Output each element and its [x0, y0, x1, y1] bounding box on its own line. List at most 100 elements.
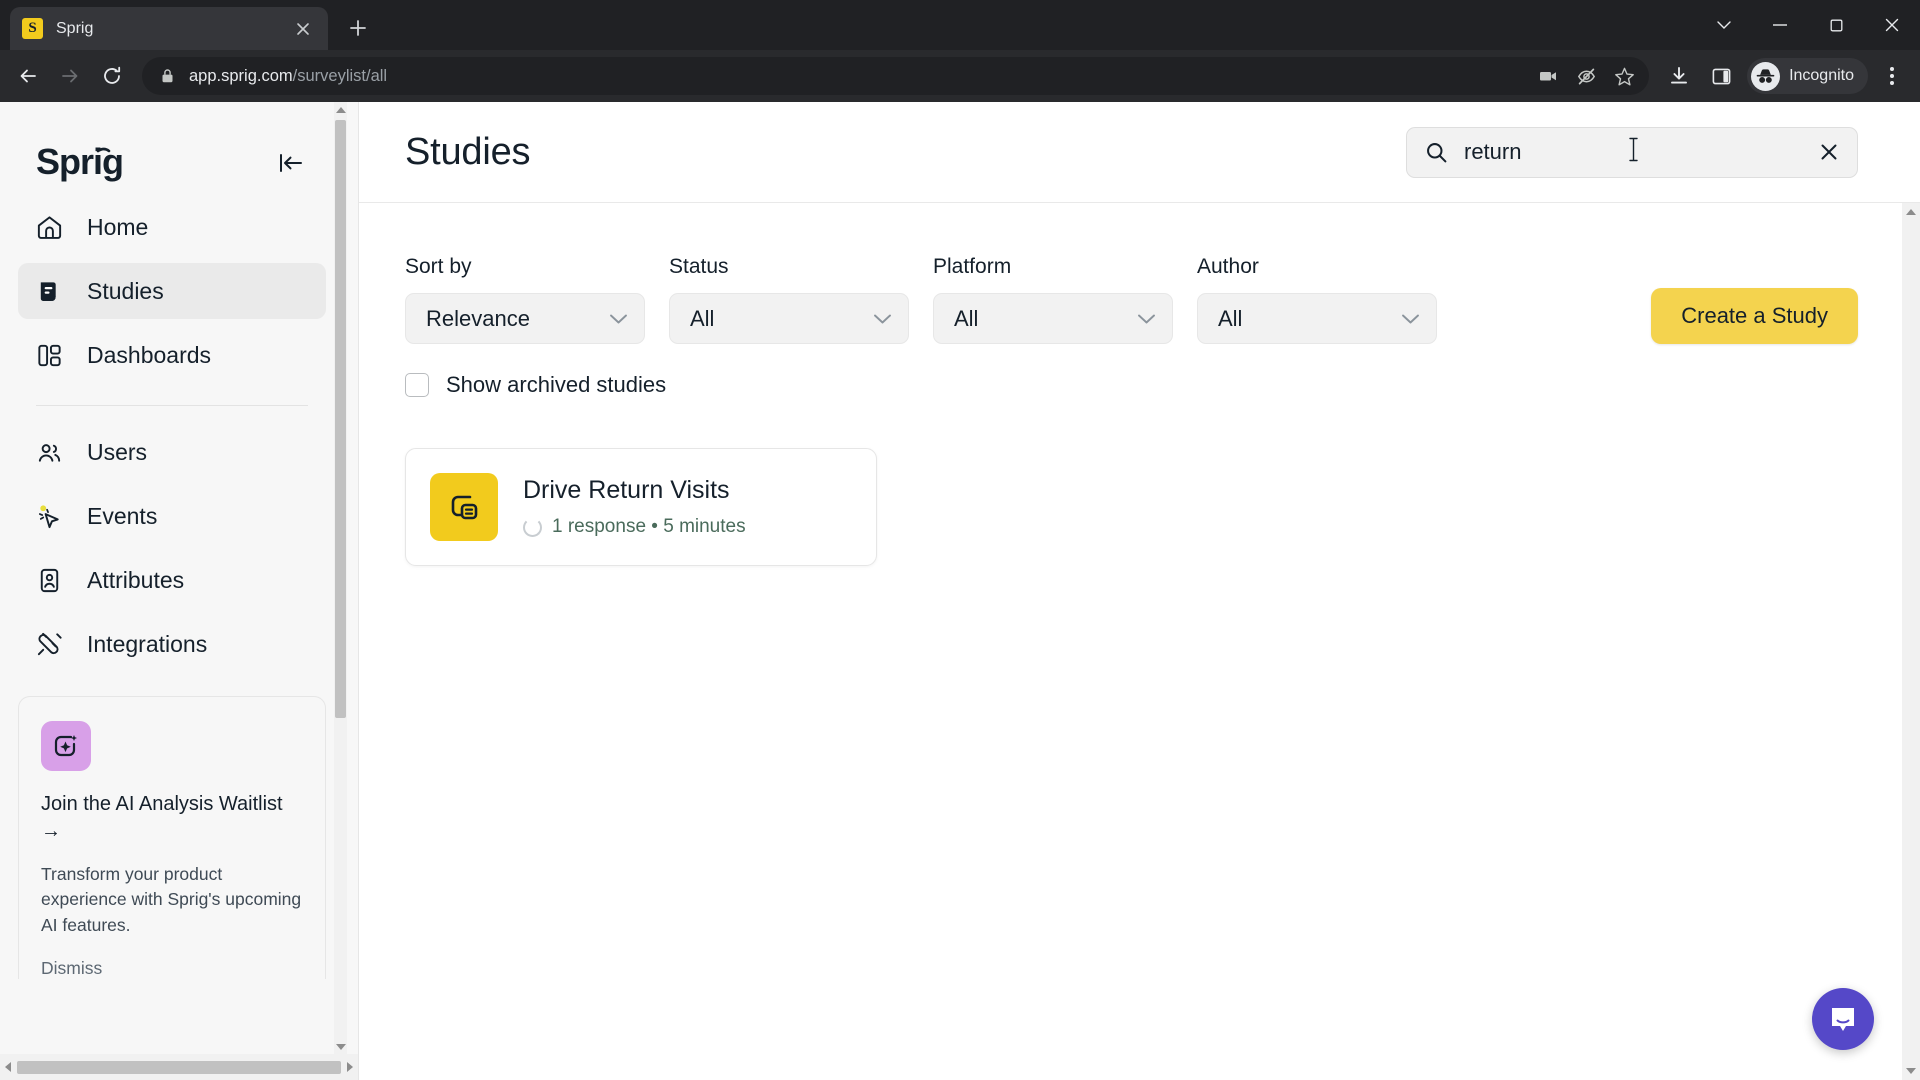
sidebar-item-integrations[interactable]: Integrations: [18, 616, 326, 672]
incognito-profile-chip[interactable]: Incognito: [1747, 58, 1868, 94]
chevron-down-icon: [873, 313, 892, 325]
page-header: Studies return: [359, 102, 1920, 203]
create-study-button[interactable]: Create a Study: [1651, 288, 1858, 344]
sidebar-item-studies[interactable]: Studies: [18, 263, 326, 319]
sidebar-vertical-scrollbar[interactable]: [334, 102, 347, 1054]
sidebar-item-label: Attributes: [87, 566, 185, 593]
sidebar-item-events[interactable]: Events: [18, 488, 326, 544]
collapse-sidebar-icon[interactable]: [274, 146, 308, 180]
chevron-down-icon: [1401, 313, 1420, 325]
sprig-logo[interactable]: Sprig: [36, 142, 171, 184]
window-controls: [1696, 0, 1920, 50]
sort-by-select[interactable]: Relevance: [405, 293, 645, 344]
close-window-button[interactable]: [1864, 0, 1920, 50]
select-value: All: [1218, 305, 1243, 331]
lock-icon: [160, 68, 175, 84]
back-button[interactable]: [8, 56, 48, 96]
study-title: Drive Return Visits: [523, 476, 730, 504]
chrome-menu-icon[interactable]: [1872, 56, 1912, 96]
study-meta: 1 response • 5 minutes: [523, 516, 746, 538]
reload-button[interactable]: [92, 56, 132, 96]
url-host: app.sprig.com: [189, 66, 293, 85]
scroll-left-icon[interactable]: [0, 1054, 16, 1080]
scroll-up-icon[interactable]: [1902, 203, 1920, 221]
promo-title: Join the AI Analysis Waitlist →: [41, 793, 283, 842]
plug-icon: [34, 629, 65, 660]
sidebar-horizontal-scrollbar[interactable]: [0, 1054, 358, 1080]
eye-off-icon[interactable]: [1569, 59, 1603, 93]
minimize-window-button[interactable]: [1752, 0, 1808, 50]
profile-label: Incognito: [1789, 67, 1854, 84]
show-archived-checkbox[interactable]: [405, 373, 429, 397]
main-content: Studies return Sort by Relevance Status …: [359, 102, 1920, 1080]
close-icon[interactable]: [290, 16, 316, 42]
show-archived-label: Show archived studies: [446, 372, 667, 397]
browser-toolbar: app.sprig.com/surveylist/all Incognito: [0, 50, 1920, 102]
sidebar-item-attributes[interactable]: Attributes: [18, 552, 326, 608]
incognito-icon: [1751, 61, 1781, 91]
select-value: All: [690, 305, 715, 331]
studies-icon: [34, 276, 65, 307]
sidebar-item-users[interactable]: Users: [18, 424, 326, 480]
users-icon: [34, 437, 65, 468]
browser-tab-sprig[interactable]: S Sprig: [10, 7, 328, 50]
show-archived-row[interactable]: Show archived studies: [405, 372, 1858, 398]
downloads-icon[interactable]: [1659, 56, 1699, 96]
sidebar-header: Sprig: [0, 102, 344, 194]
scroll-down-icon[interactable]: [1902, 1062, 1920, 1080]
sidebar-nav: Home Studies Dashboards Users Events Att…: [0, 194, 344, 680]
scroll-up-icon[interactable]: [334, 102, 347, 117]
scroll-down-icon[interactable]: [334, 1039, 347, 1054]
search-tabs-icon[interactable]: [1696, 0, 1752, 50]
events-cursor-icon: [34, 501, 65, 532]
filter-label: Platform: [933, 255, 1012, 278]
sidebar-item-label: Integrations: [87, 630, 208, 657]
svg-text:Sprig: Sprig: [36, 142, 123, 182]
survey-card-icon: [430, 473, 498, 541]
bookmark-star-icon[interactable]: [1607, 59, 1641, 93]
filter-label: Status: [669, 255, 729, 278]
search-value: return: [1464, 139, 1522, 164]
tab-title: Sprig: [56, 19, 94, 37]
scrollbar-thumb[interactable]: [335, 120, 346, 718]
status-select[interactable]: All: [669, 293, 909, 344]
promo-body: Transform your product experience with S…: [41, 864, 302, 935]
filter-platform: Platform All: [933, 255, 1173, 344]
hscrollbar-thumb[interactable]: [17, 1060, 341, 1074]
new-tab-icon[interactable]: [338, 8, 378, 48]
study-info: Drive Return Visits 1 response • 5 minut…: [523, 476, 746, 538]
author-select[interactable]: All: [1197, 293, 1437, 344]
forward-button[interactable]: [50, 56, 90, 96]
platform-select[interactable]: All: [933, 293, 1173, 344]
filter-author: Author All: [1197, 255, 1437, 344]
home-icon: [34, 212, 65, 243]
browser-window: S Sprig app.sprig.com/surveylist/all Inc…: [0, 0, 1920, 1080]
page-title: Studies: [405, 130, 531, 173]
study-card[interactable]: Drive Return Visits 1 response • 5 minut…: [405, 448, 877, 566]
address-bar[interactable]: app.sprig.com/surveylist/all: [142, 57, 1650, 95]
maximize-window-button[interactable]: [1808, 0, 1864, 50]
side-panel-icon[interactable]: [1701, 56, 1741, 96]
search-icon: [1425, 141, 1448, 164]
intercom-chat-icon[interactable]: [1812, 988, 1874, 1050]
sprig-favicon: S: [22, 18, 43, 39]
filter-status: Status All: [669, 255, 909, 344]
scroll-right-icon[interactable]: [342, 1054, 358, 1080]
promo-dismiss-link[interactable]: Dismiss: [41, 958, 303, 979]
filter-bar: Sort by Relevance Status All Platform Al…: [405, 255, 1858, 344]
toolbar-right: Incognito: [1659, 56, 1912, 96]
omnibox-actions: [1531, 59, 1641, 93]
ai-sparkle-icon: [41, 721, 91, 771]
main-vertical-scrollbar[interactable]: [1902, 203, 1920, 1080]
tab-strip: S Sprig: [0, 0, 1920, 50]
sidebar-scroll-area: Sprig Home Studies Dashboards Users Even…: [0, 102, 358, 1080]
sidebar-divider: [36, 405, 308, 406]
sidebar-item-label: Events: [87, 502, 158, 529]
clear-search-icon[interactable]: [1819, 142, 1839, 162]
search-input[interactable]: return: [1406, 126, 1858, 178]
camera-icon[interactable]: [1531, 59, 1565, 93]
page-viewport: Sprig Home Studies Dashboards Users Even…: [0, 102, 1920, 1080]
sidebar-item-home[interactable]: Home: [18, 199, 326, 255]
sidebar-item-dashboards[interactable]: Dashboards: [18, 327, 326, 383]
filter-sort-by: Sort by Relevance: [405, 255, 645, 344]
